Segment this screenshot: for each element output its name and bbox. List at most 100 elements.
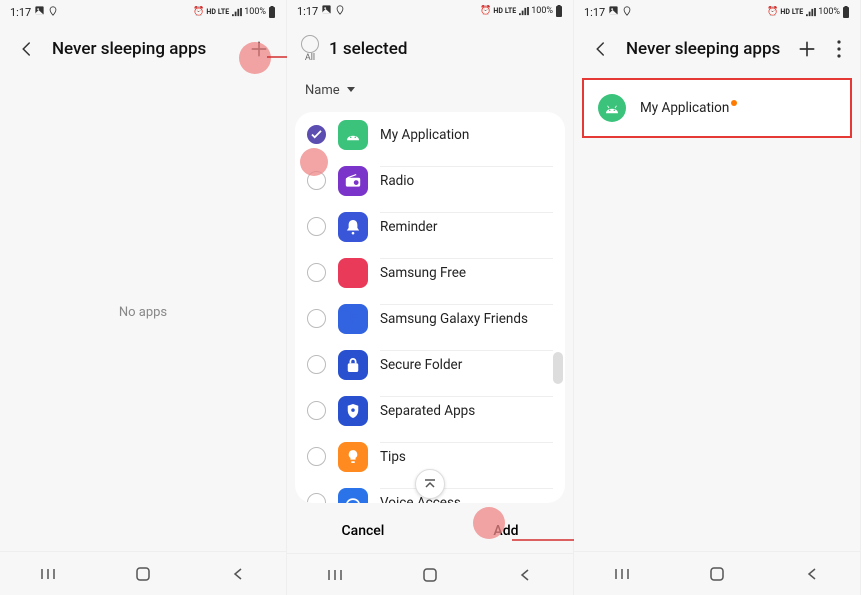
app-list: My Application Radio Reminder FREE Samsu…: [295, 112, 565, 504]
add-button[interactable]: Add: [493, 523, 518, 539]
app-name: Secure Folder: [380, 357, 553, 373]
lte-indicator: LTE: [792, 8, 803, 16]
gallery-icon: [608, 5, 619, 19]
gallery-icon: [34, 5, 45, 19]
app-row[interactable]: F Samsung Galaxy Friends: [295, 296, 565, 342]
battery-icon: [268, 6, 276, 18]
android-icon: [598, 94, 626, 122]
battery-icon: [555, 5, 563, 17]
status-time: 1:17: [10, 6, 31, 19]
select-all-label: All: [305, 53, 315, 63]
battery-percent: 100%: [818, 7, 840, 17]
navigation-bar: [0, 551, 286, 595]
recents-button[interactable]: [39, 565, 57, 583]
status-time: 1:17: [584, 6, 605, 19]
bell-icon: [338, 212, 368, 242]
radio-icon: [338, 166, 368, 196]
app-checkbox[interactable]: [307, 263, 326, 282]
back-icon[interactable]: [14, 36, 40, 62]
bottom-actions: Cancel Add: [287, 509, 573, 553]
lte-indicator: LTE: [505, 7, 516, 15]
add-button[interactable]: [246, 36, 272, 62]
selected-count: 1 selected: [329, 39, 407, 59]
app-checkbox[interactable]: [307, 355, 326, 374]
home-button[interactable]: [134, 565, 152, 583]
app-row[interactable]: FREE Samsung Free: [295, 250, 565, 296]
location-icon: [335, 5, 345, 18]
free-icon: FREE: [338, 258, 368, 288]
hd-indicator: HD: [493, 7, 503, 15]
page-title: Never sleeping apps: [52, 39, 234, 59]
screen-result: 1:17 ⏰ HD LTE 100% Never sleeping apps: [574, 0, 861, 595]
lte-indicator: LTE: [218, 8, 229, 16]
location-icon: [622, 6, 632, 19]
cancel-button[interactable]: Cancel: [342, 523, 385, 539]
app-checkbox[interactable]: [307, 217, 326, 236]
alarm-icon: ⏰: [767, 7, 778, 17]
bulb-icon: [338, 442, 368, 472]
recents-button[interactable]: [613, 565, 631, 583]
navigation-bar: [574, 551, 860, 595]
back-icon[interactable]: [588, 36, 614, 62]
notification-dot: [731, 100, 737, 106]
screen-empty-list: 1:17 ⏰ HD LTE 100% Never sleeping apps: [0, 0, 287, 595]
chevron-down-icon: [346, 83, 356, 98]
scroll-handle[interactable]: [553, 352, 563, 384]
app-entry[interactable]: My Application: [582, 78, 852, 138]
alarm-icon: ⏰: [193, 7, 204, 17]
sort-dropdown[interactable]: Name: [287, 75, 573, 106]
recents-button[interactable]: [326, 566, 344, 584]
app-row[interactable]: Separated Apps: [295, 388, 565, 434]
android-icon: [338, 120, 368, 150]
home-button[interactable]: [708, 565, 726, 583]
app-name: Reminder: [380, 219, 553, 235]
app-row[interactable]: Radio: [295, 158, 565, 204]
app-name: Tips: [380, 449, 553, 465]
app-checkbox[interactable]: [307, 447, 326, 466]
header: Never sleeping apps: [574, 24, 860, 74]
location-icon: [48, 6, 58, 19]
app-checkbox[interactable]: [307, 125, 326, 144]
signal-icon: [518, 7, 529, 16]
status-bar: 1:17 ⏰ HD LTE 100%: [574, 0, 860, 24]
alarm-icon: ⏰: [480, 6, 491, 16]
status-time: 1:17: [297, 5, 318, 18]
select-all-checkbox[interactable]: All: [301, 35, 319, 63]
back-button[interactable]: [516, 566, 534, 584]
app-checkbox[interactable]: [307, 493, 326, 503]
add-button[interactable]: [794, 36, 820, 62]
empty-message: No apps: [0, 74, 286, 551]
app-name: Voice Access: [380, 495, 553, 503]
scroll-to-top-button[interactable]: [415, 469, 445, 499]
home-button[interactable]: [421, 566, 439, 584]
back-button[interactable]: [803, 565, 821, 583]
hd-indicator: HD: [780, 8, 790, 16]
f-icon: F: [338, 304, 368, 334]
selection-header: All 1 selected: [287, 23, 573, 75]
app-row[interactable]: Secure Folder: [295, 342, 565, 388]
app-row[interactable]: Reminder: [295, 204, 565, 250]
back-button[interactable]: [229, 565, 247, 583]
voice-icon: [338, 488, 368, 504]
sort-label: Name: [305, 83, 340, 98]
page-title: Never sleeping apps: [626, 39, 782, 59]
status-bar: 1:17 ⏰ HD LTE 100%: [0, 0, 286, 24]
app-row[interactable]: My Application: [295, 112, 565, 158]
signal-icon: [231, 8, 242, 17]
screen-app-picker: 1:17 ⏰ HD LTE 100% All 1 selected: [287, 0, 574, 595]
more-options-icon[interactable]: [832, 36, 846, 62]
battery-percent: 100%: [244, 7, 266, 17]
app-name: Radio: [380, 173, 553, 189]
status-bar: 1:17 ⏰ HD LTE 100%: [287, 0, 573, 23]
app-checkbox[interactable]: [307, 401, 326, 420]
battery-percent: 100%: [531, 6, 553, 16]
header: Never sleeping apps: [0, 24, 286, 74]
navigation-bar: [287, 553, 573, 595]
app-checkbox[interactable]: [307, 171, 326, 190]
app-name: My Application: [640, 100, 737, 116]
battery-icon: [842, 6, 850, 18]
lock-icon: [338, 350, 368, 380]
app-checkbox[interactable]: [307, 309, 326, 328]
app-name: My Application: [380, 127, 553, 143]
gallery-icon: [321, 4, 332, 18]
